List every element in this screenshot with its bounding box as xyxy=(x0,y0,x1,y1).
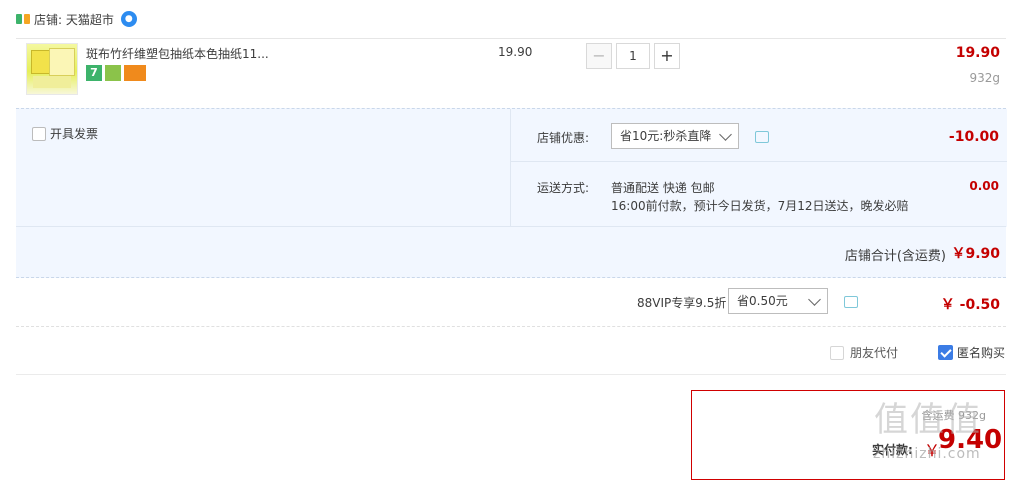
shipping-estimate: 16:00前付款，预计今日发货，7月12日送达，晚发必赔 xyxy=(611,199,909,213)
anonymous-purchase-option[interactable]: 匿名购买 xyxy=(938,344,1005,361)
watermark-logo: 值值值 xyxy=(874,400,982,440)
shop-total-row: 店铺合计(含运费) ￥9.90 xyxy=(16,226,1006,278)
friend-pay-checkbox[interactable] xyxy=(830,345,844,360)
vip-discount-value: ￥ -0.50 xyxy=(940,297,1000,313)
pay-options-row: 朋友代付 匿名购买 xyxy=(16,326,1006,375)
vip-discount-selected: 省0.50元 xyxy=(737,294,788,308)
invoice-option[interactable]: 开具发票 xyxy=(32,125,98,142)
shop-discount-label: 店铺优惠: xyxy=(537,131,590,145)
shop-name[interactable]: 店铺: 天猫超市 xyxy=(34,11,114,28)
item-weight: 932g xyxy=(969,71,1000,85)
order-options-panel: 开具发票 店铺优惠: 省10元:秒杀直降 -10.00 运送方式: 普通配送 快… xyxy=(16,108,1007,227)
shop-discount-row: 店铺优惠: 省10元:秒杀直降 -10.00 xyxy=(511,109,1007,162)
product-title[interactable]: 斑布竹纤维塑包抽纸本色抽纸11... xyxy=(86,45,269,62)
shop-discount-selected: 省10元:秒杀直降 xyxy=(620,129,712,143)
increase-quantity-button[interactable]: + xyxy=(654,43,680,69)
shop-total-value: ￥9.90 xyxy=(951,246,1000,262)
anonymous-label: 匿名购买 xyxy=(957,346,1006,360)
shop-discount-value: -10.00 xyxy=(948,129,999,145)
shop-discount-select[interactable]: 省10元:秒杀直降 xyxy=(611,123,739,149)
watermark-text: zhizhizhi.com xyxy=(873,446,981,462)
message-icon[interactable] xyxy=(755,131,769,143)
chevron-down-icon xyxy=(719,127,732,141)
quantity-stepper: − 1 + xyxy=(586,43,680,69)
vip-discount-label: 88VIP专享9.5折 xyxy=(637,296,727,310)
unit-price: 19.90 xyxy=(498,45,533,59)
chat-icon[interactable]: ● xyxy=(120,11,137,27)
card-icon xyxy=(124,65,146,81)
shipping-fee: 0.00 xyxy=(969,179,999,193)
coin-icon xyxy=(105,65,121,81)
quantity-input[interactable]: 1 xyxy=(616,43,650,69)
vip-discount-row: 88VIP专享9.5折 省0.50元 ￥ -0.50 xyxy=(16,278,1006,327)
friend-pay-option[interactable]: 朋友代付 xyxy=(830,344,898,361)
shipping-label: 运送方式: xyxy=(537,181,590,195)
shop-icon xyxy=(16,14,30,24)
vip-discount-select[interactable]: 省0.50元 xyxy=(728,288,828,314)
invoice-checkbox[interactable] xyxy=(32,126,46,141)
shop-header: 店铺: 天猫超市 ● xyxy=(16,10,137,28)
chevron-down-icon xyxy=(808,292,821,306)
shop-total-label: 店铺合计(含运费) xyxy=(844,249,946,264)
shipping-method: 普通配送 快递 包邮 xyxy=(611,181,715,195)
message-icon[interactable] xyxy=(844,296,858,308)
service-badges: 7 xyxy=(86,65,146,81)
cart-item-row: 斑布竹纤维塑包抽纸本色抽纸11... 7 19.90 − 1 + 19.90 9… xyxy=(16,38,1006,109)
decrease-quantity-button[interactable]: − xyxy=(586,43,612,69)
seven-day-return-icon: 7 xyxy=(86,65,102,81)
item-total-price: 19.90 xyxy=(955,45,1000,61)
invoice-label: 开具发票 xyxy=(50,127,99,141)
friend-pay-label: 朋友代付 xyxy=(850,346,899,360)
anonymous-checkbox[interactable] xyxy=(938,345,953,360)
discount-shipping-section: 店铺优惠: 省10元:秒杀直降 -10.00 运送方式: 普通配送 快递 包邮 … xyxy=(510,109,1007,227)
product-thumbnail[interactable] xyxy=(26,43,78,95)
